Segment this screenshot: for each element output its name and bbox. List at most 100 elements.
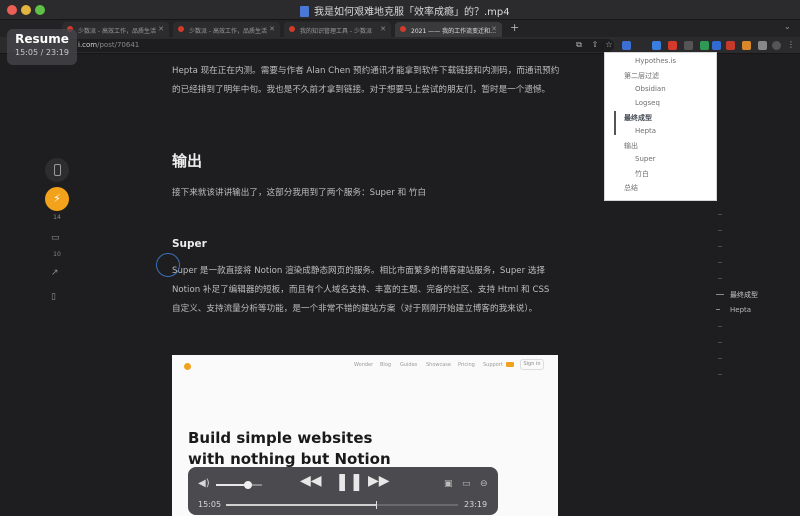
extension-icon[interactable] bbox=[700, 41, 709, 50]
zoom-window-button[interactable] bbox=[35, 5, 45, 15]
close-tab-icon[interactable]: ✕ bbox=[158, 25, 164, 33]
phone-icon bbox=[54, 164, 61, 176]
video-file-icon bbox=[300, 6, 309, 17]
embed-nav-item: Wonder bbox=[354, 362, 374, 368]
resume-time: 15:05 / 23:19 bbox=[15, 48, 69, 57]
toc-active-indicator bbox=[614, 111, 616, 135]
mobile-view-button[interactable] bbox=[45, 158, 69, 182]
toc-item[interactable]: 第二层过滤 bbox=[624, 71, 659, 81]
browser-window: 我是如何艰难地克服「效率成瘾」的？.mp4 少数派 - 高效工作，品质生活 ✕ … bbox=[0, 0, 800, 516]
mini-toc-active[interactable]: 最终成型 bbox=[716, 290, 758, 300]
mouse-cursor-highlight bbox=[156, 253, 180, 277]
tab-strip: 少数派 - 高效工作，品质生活 ✕ 少数派 - 高效工作，品质生活 ✕ 我的知识… bbox=[0, 20, 800, 37]
extension-icon[interactable] bbox=[726, 41, 735, 50]
embed-hero-heading: Build simple websites with nothing but N… bbox=[188, 429, 391, 468]
volume-slider[interactable] bbox=[216, 481, 262, 489]
close-tab-icon[interactable]: ✕ bbox=[491, 25, 497, 33]
rewind-icon[interactable]: ◀◀ bbox=[300, 473, 322, 489]
close-tab-icon[interactable]: ✕ bbox=[380, 25, 386, 33]
comment-icon[interactable]: ▭ bbox=[51, 233, 60, 243]
extension-icon[interactable] bbox=[742, 41, 751, 50]
address-bar[interactable]: i.com/post/70641 bbox=[64, 39, 614, 52]
intro-paragraph: Hepta 现在正在内测。需要与作者 Alan Chen 预约通讯才能拿到软件下… bbox=[172, 66, 560, 95]
table-of-contents-panel: Hypothes.is 第二层过滤 Obsidian Logseq 最终成型 H… bbox=[604, 52, 717, 201]
embed-sign-in: Sign in bbox=[520, 359, 544, 370]
embed-nav-item: Pricing bbox=[458, 362, 475, 368]
video-player-controls: ◀) ◀◀ ❚❚ ▶▶ ▣ ▭ ⊖ 15:05 23:19 bbox=[188, 467, 498, 515]
section-heading-super: Super bbox=[172, 238, 207, 250]
toc-item[interactable]: Obsidian bbox=[635, 85, 666, 93]
toc-tick bbox=[718, 278, 722, 279]
toc-tick bbox=[718, 326, 722, 327]
extension-icon[interactable] bbox=[652, 41, 661, 50]
total-time: 23:19 bbox=[464, 500, 488, 509]
toc-tick bbox=[718, 246, 722, 247]
toc-tick bbox=[718, 262, 722, 263]
picture-in-picture-icon[interactable]: ▣ bbox=[444, 479, 453, 489]
window-title: 我是如何艰难地克服「效率成瘾」的？.mp4 bbox=[300, 3, 510, 18]
close-window-button[interactable] bbox=[7, 5, 17, 15]
article-body: Hepta 现在正在内测。需要与作者 Alan Chen 预约通讯才能拿到软件下… bbox=[172, 62, 560, 100]
like-button[interactable]: ⚡ bbox=[45, 187, 69, 211]
pause-icon[interactable]: ❚❚ bbox=[335, 472, 364, 492]
fast-forward-icon[interactable]: ▶▶ bbox=[368, 473, 390, 489]
avatar[interactable] bbox=[772, 41, 781, 50]
sspai-favicon-icon bbox=[178, 26, 184, 32]
resume-overlay[interactable]: Resume 15:05 / 23:19 bbox=[7, 29, 77, 65]
toc-item[interactable]: 输出 bbox=[624, 141, 638, 151]
extension-icon[interactable] bbox=[668, 41, 677, 50]
tab-sspai-home-1[interactable]: 少数派 - 高效工作，品质生活 ✕ bbox=[62, 22, 169, 37]
sspai-favicon-icon bbox=[289, 26, 295, 32]
bookmark-star-icon[interactable]: ☆ bbox=[604, 40, 614, 50]
embed-nav-item: Blog bbox=[380, 362, 392, 368]
toc-item[interactable]: Super bbox=[635, 155, 656, 163]
close-tab-icon[interactable]: ✕ bbox=[269, 25, 275, 33]
toc-tick bbox=[718, 342, 722, 343]
open-in-app-icon[interactable]: ⧉ bbox=[574, 40, 584, 50]
super-logo-icon bbox=[184, 363, 191, 370]
resume-label: Resume bbox=[15, 32, 69, 46]
minimize-window-button[interactable] bbox=[21, 5, 31, 15]
airplay-icon[interactable]: ▭ bbox=[462, 479, 471, 489]
puzzle-icon[interactable] bbox=[758, 41, 767, 50]
toc-item[interactable]: 总结 bbox=[624, 183, 638, 193]
toc-tick bbox=[718, 214, 722, 215]
mini-toc-sub[interactable]: Hepta bbox=[716, 306, 751, 314]
share-icon[interactable]: ⇧ bbox=[590, 40, 600, 50]
volume-knob[interactable] bbox=[244, 481, 253, 489]
embed-nav-item: Support bbox=[483, 362, 503, 368]
toc-tick bbox=[718, 230, 722, 231]
tab-knowledge-tools[interactable]: 我的知识管理工具 - 少数派 ✕ bbox=[284, 22, 391, 37]
tab-search-icon[interactable]: ⌄ bbox=[784, 22, 791, 31]
comment-count: 10 bbox=[53, 251, 61, 258]
output-paragraph: 接下来就该讲讲输出了，这部分我用到了两个服务：Super 和 竹白 bbox=[172, 188, 427, 198]
more-options-icon[interactable]: ⊖ bbox=[480, 479, 488, 489]
extension-icon[interactable] bbox=[622, 41, 631, 50]
like-count: 14 bbox=[53, 214, 61, 221]
title-bar: 我是如何艰难地克服「效率成瘾」的？.mp4 bbox=[0, 0, 800, 20]
toc-item[interactable]: Hypothes.is bbox=[635, 57, 676, 65]
lightning-icon: ⚡ bbox=[53, 192, 61, 205]
tab-workflow-2021[interactable]: 2021 —— 我的工作流变迁和… ✕ bbox=[395, 22, 502, 37]
embed-nav-item: Guides bbox=[400, 362, 418, 368]
current-time: 15:05 bbox=[198, 500, 222, 509]
toc-item-active[interactable]: 最终成型 bbox=[624, 113, 652, 123]
toc-item[interactable]: Hepta bbox=[635, 127, 656, 135]
volume-icon[interactable]: ◀) bbox=[198, 478, 210, 489]
section-heading-output: 输出 bbox=[172, 152, 203, 170]
toc-item[interactable]: Logseq bbox=[635, 99, 660, 107]
playback-progress-bar[interactable] bbox=[226, 501, 458, 509]
extension-icon[interactable] bbox=[684, 41, 693, 50]
more-menu-icon[interactable]: ⋮ bbox=[786, 40, 796, 50]
embed-nav-item: Showcase bbox=[426, 362, 451, 368]
toc-item[interactable]: 竹白 bbox=[635, 169, 649, 179]
playback-progress-fill bbox=[226, 504, 377, 506]
bookmark-icon[interactable]: ▯ bbox=[51, 292, 56, 302]
toc-tick bbox=[718, 374, 722, 375]
tab-sspai-home-2[interactable]: 少数派 - 高效工作，品质生活 ✕ bbox=[173, 22, 280, 37]
share-external-icon[interactable]: ↗ bbox=[51, 268, 59, 278]
new-tab-button[interactable]: + bbox=[510, 21, 519, 34]
extension-icon[interactable] bbox=[712, 41, 721, 50]
playback-position-marker[interactable] bbox=[376, 501, 378, 509]
toc-tick bbox=[718, 358, 722, 359]
